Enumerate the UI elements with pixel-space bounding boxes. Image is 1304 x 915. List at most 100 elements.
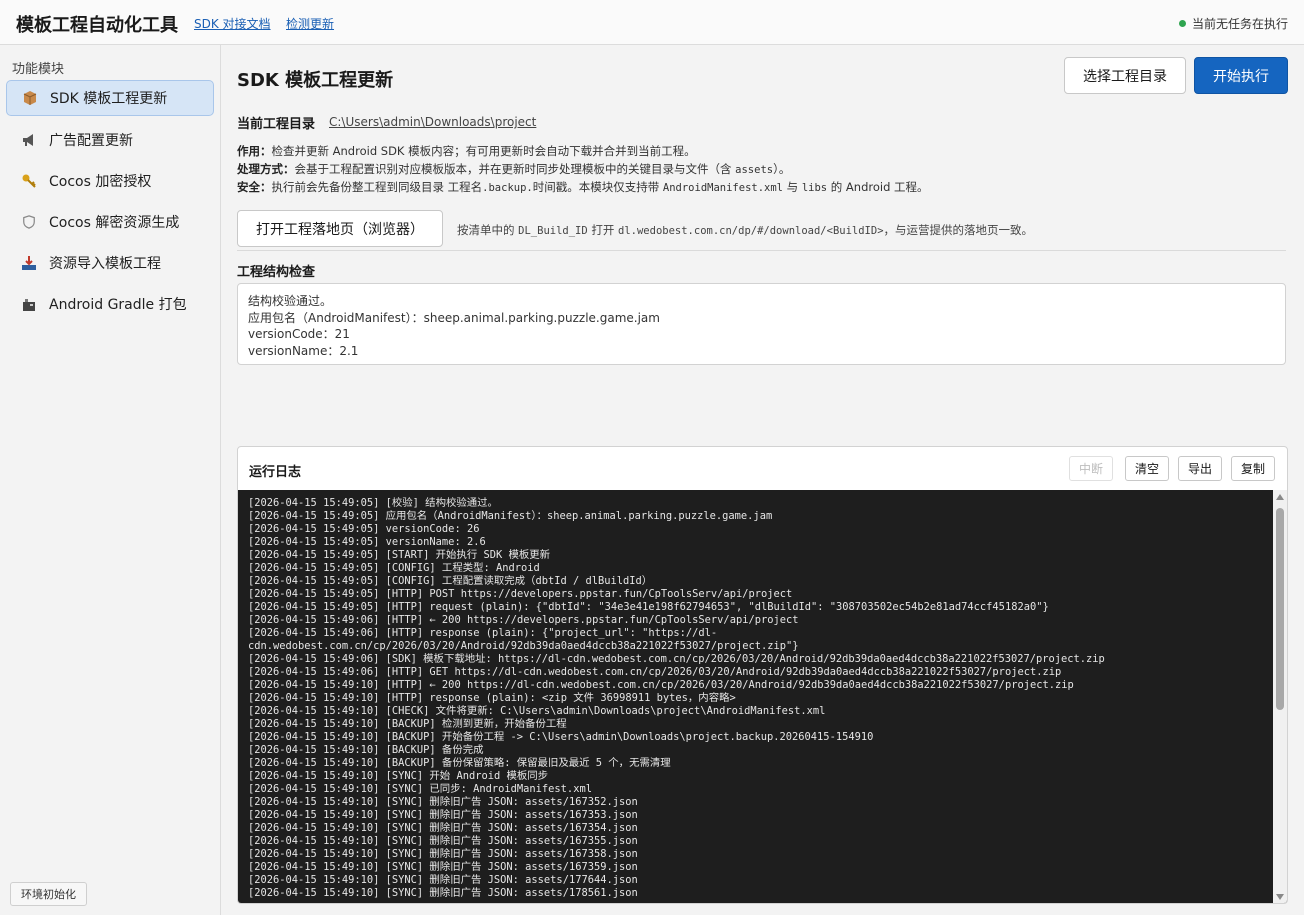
sidebar-item-resource-import[interactable]: 资源导入模板工程 [6,245,214,281]
sidebar-item-label: 广告配置更新 [49,133,133,149]
sidebar-item-cocos-decrypt-resource[interactable]: Cocos 解密资源生成 [6,204,214,240]
sidebar-item-label: 资源导入模板工程 [49,256,161,272]
log-line: [2026-04-15 15:49:05] [HTTP] request (pl… [248,601,1049,613]
desc-text: 执行前会先备份整工程到同级目录 工程名 [271,180,483,194]
shield-icon [20,213,38,231]
page-title: SDK 模板工程更新 [237,70,394,91]
scroll-up-icon[interactable] [1276,494,1284,500]
open-landing-page-button[interactable]: 打开工程落地页（浏览器） [237,210,443,247]
desc-text: 与 [783,180,802,194]
main-panel: SDK 模板工程更新 选择工程目录 开始执行 当前工程目录 C:\Users\a… [221,45,1304,915]
log-scrollbar[interactable] [1273,490,1287,903]
desc-text: 检查并更新 Android SDK 模板内容；有可用更新时会自动下载并合并到当前… [271,144,696,158]
desc-code: AndroidManifest.xml [662,182,783,194]
landing-hint: 按清单中的 DL_Build_ID 打开 dl.wedobest.com.cn/… [457,222,1033,238]
log-line: [2026-04-15 15:49:10] [HTTP] ← 200 https… [248,679,1074,691]
check-line: 应用包名（AndroidManifest）：sheep.animal.parki… [248,310,660,325]
desc-text: ）。 [773,162,791,176]
sidebar-item-android-gradle-build[interactable]: Android Gradle 打包 [6,286,214,322]
log-line: [2026-04-15 15:49:10] [BACKUP] 检测到更新，开始备… [248,718,567,730]
log-line: [2026-04-15 15:49:10] [SYNC] 开始 Android … [248,770,549,782]
log-panel: 运行日志 中断 清空 导出 复制 [2026-04-15 15:49:05] [… [237,446,1288,904]
desc-text: 时间戳。本模块仅支持带 [532,180,663,194]
sidebar-item-label: SDK 模板工程更新 [50,91,168,107]
dir-path: C:\Users\admin\Downloads\project [329,115,537,129]
log-line: [2026-04-15 15:49:05] [校验] 结构校验通过。 [248,497,498,509]
key-icon [20,172,38,190]
log-line: [2026-04-15 15:49:10] [SYNC] 删除旧广告 JSON:… [248,861,638,873]
check-line: versionCode：21 [248,327,350,341]
log-line: [2026-04-15 15:49:10] [BACKUP] 开始备份工程 ->… [248,731,874,743]
log-line: [2026-04-15 15:49:10] [BACKUP] 备份完成 [248,744,484,756]
build-icon [20,295,38,313]
log-line: [2026-04-15 15:49:05] [START] 开始执行 SDK 模… [248,549,551,561]
app-title: 模板工程自动化工具 [16,15,178,36]
log-line: [2026-04-15 15:49:10] [SYNC] 删除旧广告 JSON:… [248,887,638,899]
log-line: [2026-04-15 15:49:06] [HTTP] ← 200 https… [248,614,799,626]
env-init-button[interactable]: 环境初始化 [10,882,87,906]
copy-log-button[interactable]: 复制 [1231,456,1276,481]
log-line: [2026-04-15 15:49:10] [BACKUP] 备份保留策略: 保… [248,757,671,769]
log-text: [2026-04-15 15:49:05] [校验] 结构校验通过。 [2026-… [248,497,1268,900]
hint-code: DL_Build_ID [518,225,588,237]
desc-method: 处理方式：会基于工程配置识别对应模板版本，并在更新时同步处理模板中的关键目录与文… [237,161,790,177]
check-line: 结构校验通过。 [248,294,333,308]
structure-check-title: 工程结构检查 [237,265,316,280]
desc-code: .backup. [482,182,533,194]
status-dot-icon [1178,20,1186,27]
log-line: [2026-04-15 15:49:06] [HTTP] response (p… [248,627,718,639]
log-line: [2026-04-15 15:49:10] [SYNC] 删除旧广告 JSON:… [248,848,638,860]
structure-check-result: 结构校验通过。 应用包名（AndroidManifest）：sheep.anim… [237,283,1286,365]
hint-text: 按清单中的 [457,223,519,237]
desc-label: 安全： [237,180,272,194]
sidebar-title: 功能模块 [12,62,65,77]
log-line: cdn.wedobest.com.cn/cp/2026/03/20/Androi… [248,640,799,652]
desc-text: 会基于工程配置识别对应模板版本，并在更新时同步处理模板中的关键目录与文件（含 [294,162,736,176]
log-line: [2026-04-15 15:49:10] [HTTP] response (p… [248,692,736,704]
desc-code: libs [801,182,828,194]
hint-text: 打开 [587,223,619,237]
log-line: [2026-04-15 15:49:10] [SYNC] 删除旧广告 JSON:… [248,809,638,821]
log-line: [2026-04-15 15:49:05] [CONFIG] 工程类型: And… [248,562,540,574]
sidebar-item-label: Android Gradle 打包 [49,297,187,313]
sidebar-item-cocos-encrypt-auth[interactable]: Cocos 加密授权 [6,163,214,199]
log-title: 运行日志 [249,465,302,480]
sdk-docs-link[interactable]: SDK 对接文档 [194,15,271,32]
task-status-text: 当前无任务在执行 [1191,17,1288,31]
sidebar-item-ad-config-update[interactable]: 广告配置更新 [6,122,214,158]
sidebar-item-label: Cocos 解密资源生成 [49,215,180,231]
package-icon [21,89,39,107]
export-log-button[interactable]: 导出 [1178,456,1223,481]
megaphone-icon [20,131,38,149]
top-bar: 模板工程自动化工具 SDK 对接文档 检测更新 当前无任务在执行 [0,0,1304,45]
check-update-link[interactable]: 检测更新 [286,15,334,32]
desc-safety: 安全：执行前会先备份整工程到同级目录 工程名.backup.时间戳。本模块仅支持… [237,179,929,195]
hint-code: dl.wedobest.com.cn/dp/#/download/<BuildI… [618,225,884,237]
desc-code: assets [735,164,774,176]
scroll-thumb[interactable] [1276,508,1284,710]
scroll-down-icon[interactable] [1276,894,1284,900]
start-button[interactable]: 开始执行 [1194,57,1288,94]
desc-label: 处理方式： [237,162,295,176]
desc-purpose: 作用：检查并更新 Android SDK 模板内容；有可用更新时会自动下载并合并… [237,143,696,159]
log-line: [2026-04-15 15:49:10] [SYNC] 删除旧广告 JSON:… [248,835,638,847]
log-line: [2026-04-15 15:49:10] [CHECK] 文件将更新: C:\… [248,705,826,717]
log-line: [2026-04-15 15:49:05] [HTTP] POST https:… [248,588,793,600]
log-line: [2026-04-15 15:49:10] [SYNC] 删除旧广告 JSON:… [248,874,638,886]
hint-text: ，与运营提供的落地页一致。 [883,223,1034,237]
desc-text: 的 Android 工程。 [827,180,929,194]
log-output[interactable]: [2026-04-15 15:49:05] [校验] 结构校验通过。 [2026-… [238,490,1287,903]
interrupt-button[interactable]: 中断 [1069,456,1114,481]
clear-log-button[interactable]: 清空 [1125,456,1170,481]
select-dir-button[interactable]: 选择工程目录 [1064,57,1186,94]
log-line: [2026-04-15 15:49:06] [HTTP] GET https:/… [248,666,1062,678]
divider [237,250,1286,251]
log-line: [2026-04-15 15:49:05] [CONFIG] 工程配置读取完成（… [248,575,653,587]
log-line: [2026-04-15 15:49:10] [SYNC] 已同步: Androi… [248,783,592,795]
sidebar-item-label: Cocos 加密授权 [49,174,152,190]
log-line: [2026-04-15 15:49:10] [SYNC] 删除旧广告 JSON:… [248,796,638,808]
sidebar-item-sdk-template-update[interactable]: SDK 模板工程更新 [6,80,214,116]
sidebar: 功能模块 SDK 模板工程更新 广告配置更新 Cocos 加密授权 Cocos … [0,45,221,915]
log-line: [2026-04-15 15:49:06] [SDK] 模板下载地址: http… [248,653,1105,665]
import-icon [20,254,38,272]
